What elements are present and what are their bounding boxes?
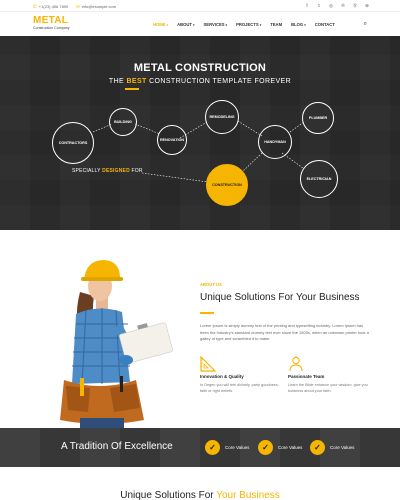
heading-underline — [200, 312, 214, 314]
node-construction: CONSTRUCTION — [206, 164, 248, 206]
dribbble-icon[interactable]: ⊛ — [364, 3, 370, 9]
core-value-label: Core Values — [278, 445, 303, 450]
facebook-icon[interactable]: f — [304, 3, 310, 9]
social-links: f 𝕥 ◎ ℗ Ⓢ ⊛ — [304, 3, 370, 9]
feature-text: Learn the Bible enhance your wisdom, giv… — [288, 383, 368, 393]
node-electrician: ELECTRICIAN — [300, 160, 338, 198]
node-building: BUILDING — [109, 108, 137, 136]
specially-highlight: DESIGNED — [102, 168, 130, 174]
nav-item-team[interactable]: TEAM — [270, 22, 282, 27]
feature-innovation: Innovation & Quality In Degen you will f… — [200, 355, 286, 394]
feature-title: Innovation & Quality — [200, 374, 244, 379]
node-renovation: RENOVATION — [157, 125, 187, 155]
phone-icon: ✆ — [33, 3, 37, 9]
check-icon: ✓ — [310, 440, 325, 455]
tradition-strip: A Tradition Of Excellence ✓ Core Values … — [0, 428, 400, 467]
core-value-item: ✓ Core Values — [258, 440, 302, 455]
ruler-triangle-icon — [200, 355, 286, 372]
node-handyman: HANDYMAN — [258, 125, 292, 159]
core-value-item: ✓ Core Values — [205, 440, 249, 455]
nav-label: SERVICES — [203, 22, 225, 27]
about-heading: Unique Solutions For Your Business — [200, 292, 360, 303]
specially-designed-text: SPECIALLY DESIGNED FOR — [72, 168, 143, 174]
strip-title: A Tradition Of Excellence — [61, 441, 173, 452]
brand-tagline: Construction Company — [33, 26, 70, 30]
chevron-down-icon: ▾ — [225, 23, 228, 27]
nav-item-blog[interactable]: BLOG▾ — [291, 22, 306, 27]
nav-item-services[interactable]: SERVICES▾ — [203, 22, 227, 27]
nav-label: TEAM — [270, 22, 283, 27]
nav-item-about[interactable]: ABOUT▾ — [177, 22, 194, 27]
services-heading: Unique Solutions For Your Business — [0, 490, 400, 500]
nav-label: PROJECTS — [236, 22, 259, 27]
email-address: info@example.com — [81, 4, 117, 9]
node-plumber: PLUMBER — [302, 102, 334, 134]
node-contractors: CONTRACTORS — [52, 122, 94, 164]
feature-title: Passionate Team — [288, 374, 325, 379]
instagram-icon[interactable]: ◎ — [328, 3, 334, 9]
search-icon[interactable]: ⌕ — [364, 21, 367, 28]
person-icon — [288, 356, 374, 372]
chevron-down-icon: ▾ — [259, 23, 262, 27]
node-remodeling: REMODELING — [205, 100, 239, 134]
top-bar: ✆ +1(23) 456 7890 ✉ info@example.com f 𝕥… — [0, 0, 400, 12]
core-value-label: Core Values — [225, 445, 250, 450]
feature-passionate-team: Passionate Team Learn the Bible enhance … — [288, 356, 374, 394]
feature-text: In Degen you will feel divinely, party g… — [200, 383, 279, 393]
nav-item-projects[interactable]: PROJECTS▾ — [236, 22, 261, 27]
chevron-down-icon: ▾ — [166, 23, 169, 27]
phone-contact[interactable]: ✆ +1(23) 456 7890 — [33, 4, 68, 10]
email-contact[interactable]: ✉ info@example.com — [76, 4, 116, 10]
construction-worker-image — [60, 260, 173, 428]
nav-label: HOME — [153, 22, 166, 27]
chevron-down-icon: ▾ — [192, 23, 195, 27]
chevron-down-icon: ▾ — [304, 23, 306, 27]
nav-item-contact[interactable]: CONTACT — [315, 22, 335, 27]
site-header: METAL Construction Company HOME▾ ABOUT▾ … — [0, 12, 400, 36]
nav-label: CONTACT — [314, 22, 335, 27]
about-label: ABOUT US — [200, 282, 222, 287]
skype-icon[interactable]: Ⓢ — [352, 3, 358, 9]
site-logo[interactable]: METAL Construction Company — [33, 16, 70, 31]
about-paragraph: Lorem Ipsum is simply dummy text of the … — [200, 323, 369, 341]
main-nav: HOME▾ ABOUT▾ SERVICES▾ PROJECTS▾ TEAM BL… — [153, 22, 344, 27]
check-icon: ✓ — [205, 440, 220, 455]
core-value-label: Core Values — [330, 445, 355, 450]
brand-name: METAL — [33, 15, 69, 26]
specially-text: FOR — [129, 168, 143, 174]
hero-banner: METAL CONSTRUCTION THE BEST CONSTRUCTION… — [0, 36, 400, 230]
nav-label: ABOUT — [177, 22, 192, 27]
core-value-item: ✓ Core Values — [310, 440, 354, 455]
heading-highlight: Your Business — [216, 490, 280, 500]
nav-item-home[interactable]: HOME▾ — [153, 22, 168, 27]
envelope-icon: ✉ — [76, 3, 80, 9]
pinterest-icon[interactable]: ℗ — [340, 3, 346, 9]
heading-text: Unique Solutions For — [120, 490, 217, 500]
specially-text: SPECIALLY — [72, 168, 103, 174]
nav-label: BLOG — [291, 22, 304, 27]
twitter-icon[interactable]: 𝕥 — [316, 3, 322, 9]
phone-number: +1(23) 456 7890 — [38, 4, 69, 9]
check-icon: ✓ — [258, 440, 273, 455]
